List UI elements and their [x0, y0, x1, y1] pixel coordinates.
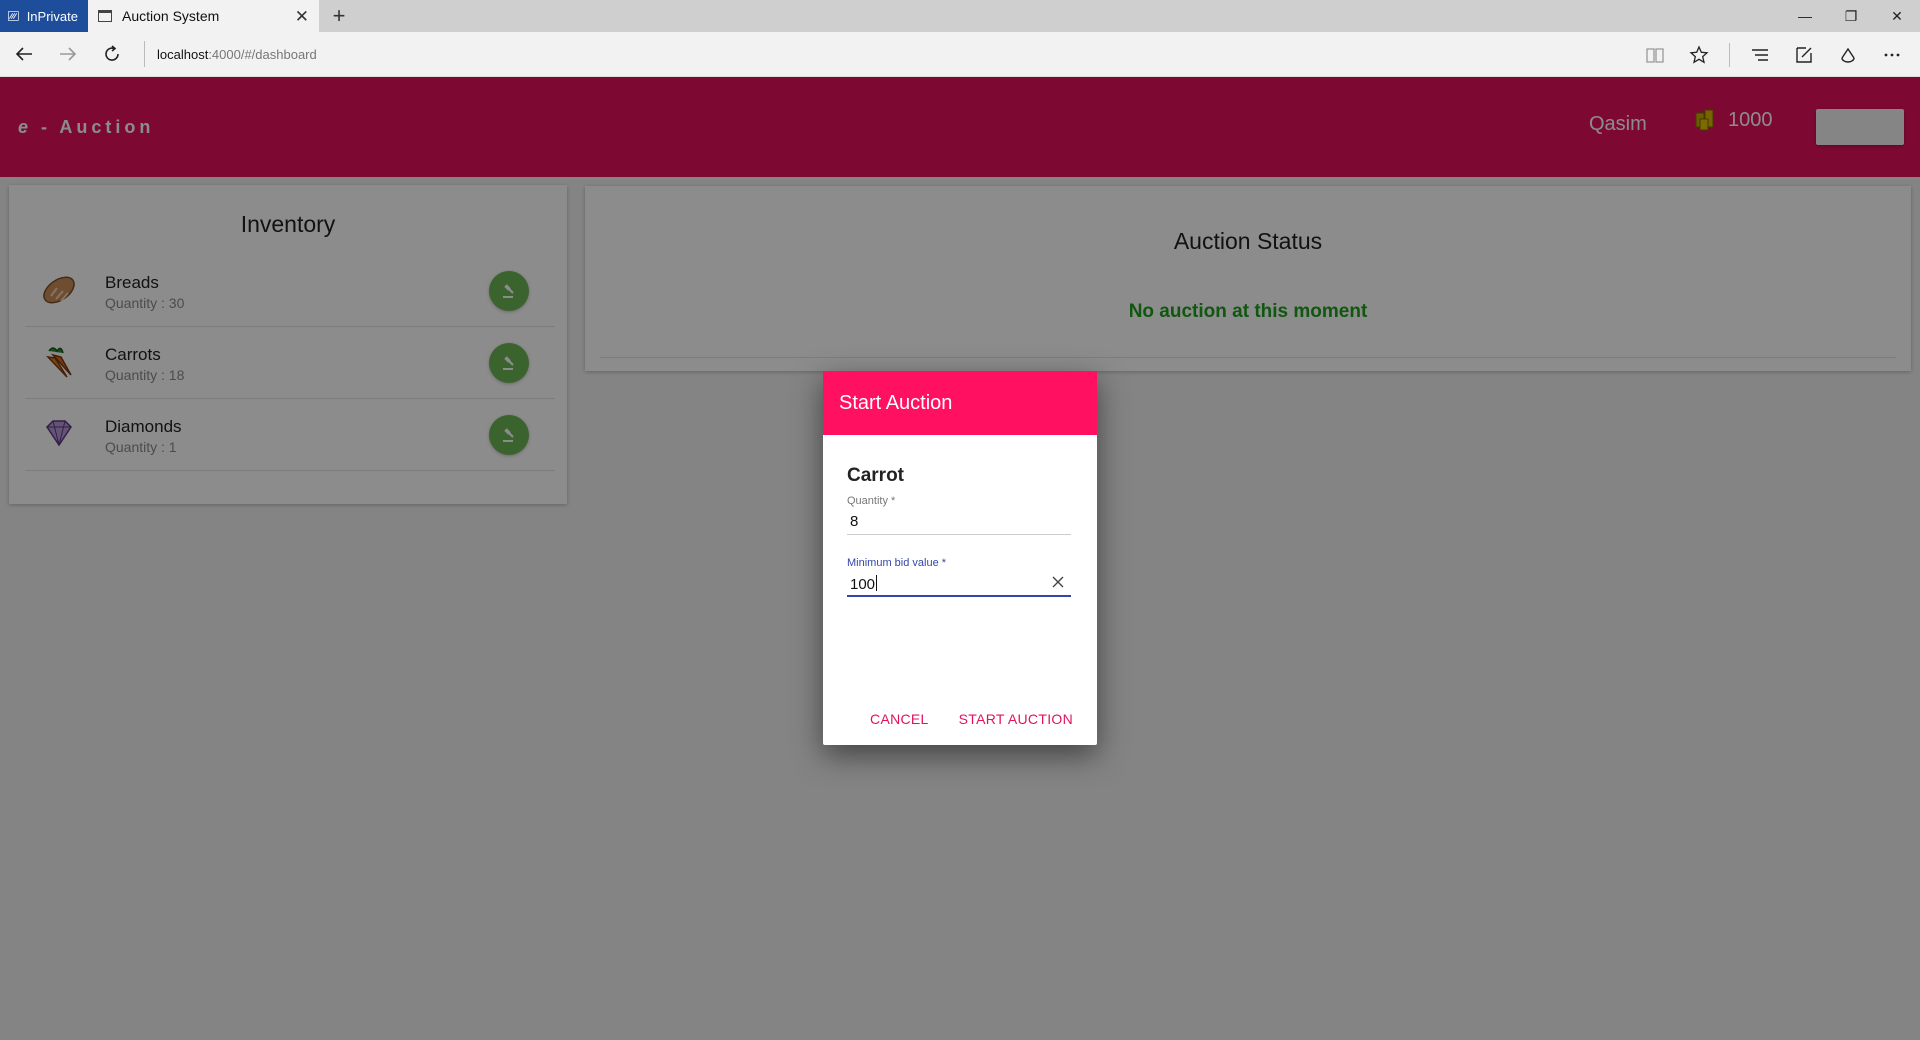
inprivate-icon: [8, 11, 19, 21]
close-tab-icon[interactable]: ✕: [295, 7, 309, 27]
url-host: localhost: [157, 46, 209, 62]
min-bid-field[interactable]: 100: [847, 569, 1071, 597]
toolbar-separator: [1729, 42, 1730, 67]
hub-button[interactable]: [1738, 33, 1782, 77]
page-icon: [98, 10, 112, 22]
minimize-button[interactable]: —: [1782, 0, 1828, 32]
back-button[interactable]: [4, 34, 44, 74]
clear-icon[interactable]: [1051, 575, 1065, 589]
dialog-actions: CANCEL START AUCTION: [870, 711, 1073, 727]
url-field[interactable]: localhost:4000/#/dashboard: [157, 47, 317, 62]
min-bid-value: 100: [850, 576, 876, 593]
share-icon: [1841, 47, 1855, 63]
browser-toolbar: [1633, 32, 1914, 77]
text-caret: [876, 575, 878, 591]
book-icon: [1646, 47, 1664, 63]
more-button[interactable]: [1870, 33, 1914, 77]
refresh-button[interactable]: [92, 34, 132, 74]
restore-button[interactable]: ❐: [1828, 0, 1874, 32]
hub-icon: [1752, 48, 1768, 61]
cancel-button[interactable]: CANCEL: [870, 711, 929, 727]
window-controls: — ❐ ✕: [1782, 0, 1920, 32]
min-bid-label: Minimum bid value *: [847, 557, 947, 569]
forward-arrow-icon: [60, 47, 77, 61]
url-path: :4000/#/dashboard: [208, 46, 317, 62]
quantity-label: Quantity *: [847, 495, 896, 507]
quantity-value: 8: [850, 513, 859, 530]
dialog-title: Start Auction: [823, 371, 1097, 435]
start-auction-confirm-button[interactable]: START AUCTION: [959, 711, 1073, 727]
refresh-icon: [105, 45, 119, 61]
inprivate-badge: InPrivate: [0, 0, 88, 32]
close-window-button[interactable]: ✕: [1874, 0, 1920, 32]
start-auction-dialog: Start Auction Carrot Quantity * 8 Minimu…: [823, 371, 1097, 745]
address-bar: localhost:4000/#/dashboard: [0, 32, 1920, 77]
forward-button[interactable]: [48, 34, 88, 74]
dialog-item-name: Carrot: [847, 465, 905, 486]
quantity-field[interactable]: 8: [847, 507, 1071, 535]
new-tab-button[interactable]: +: [319, 0, 359, 32]
pen-icon: [1796, 46, 1812, 63]
tab-title: Auction System: [122, 8, 220, 24]
browser-tab-bar: InPrivate Auction System ✕ + — ❐ ✕: [0, 0, 1920, 32]
url-separator: [144, 41, 145, 67]
star-icon: [1689, 44, 1709, 64]
web-note-button[interactable]: [1782, 33, 1826, 77]
reading-view-button[interactable]: [1633, 33, 1677, 77]
back-arrow-icon: [15, 47, 32, 61]
dialog-body: Carrot Quantity * 8 Minimum bid value * …: [823, 465, 1097, 597]
browser-tab[interactable]: Auction System ✕: [88, 0, 319, 32]
inprivate-label: InPrivate: [26, 8, 78, 24]
share-button[interactable]: [1826, 33, 1870, 77]
favorite-button[interactable]: [1677, 33, 1721, 77]
more-icon: [1884, 53, 1900, 56]
